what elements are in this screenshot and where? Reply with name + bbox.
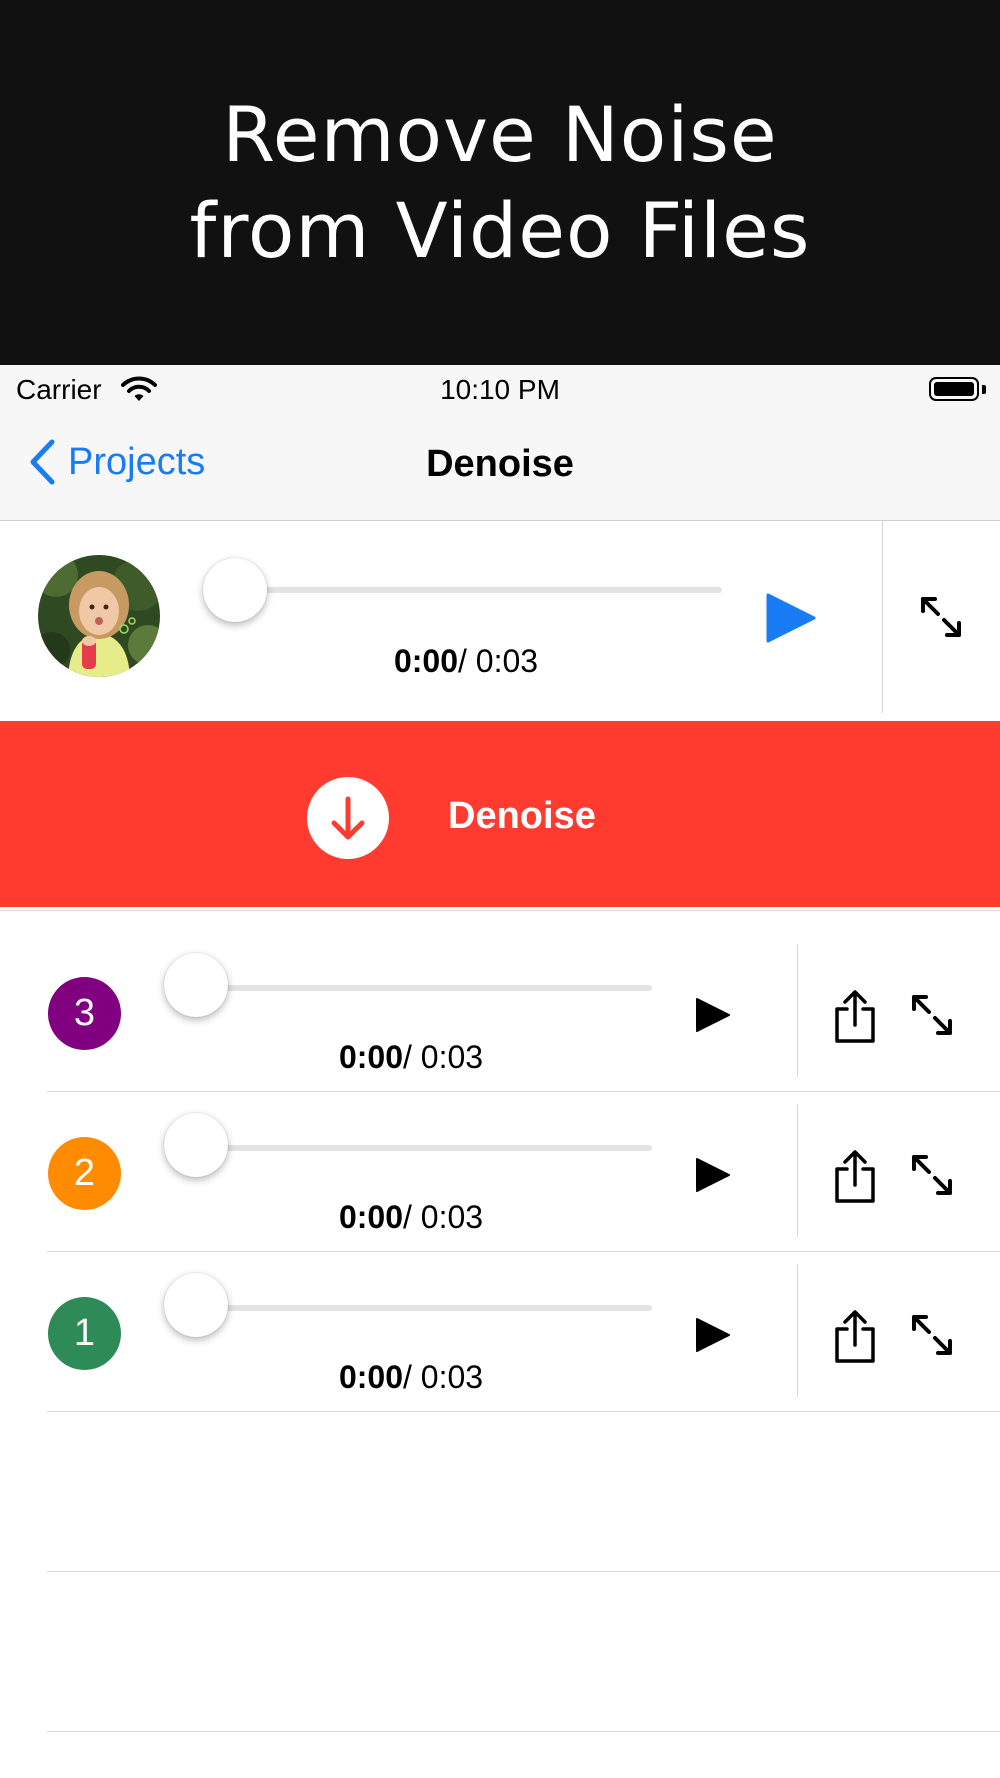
result-seek-knob[interactable] <box>164 1273 228 1337</box>
result-divider <box>797 945 798 1077</box>
source-current-time: 0:00 <box>393 643 458 679</box>
expand-icon[interactable] <box>909 1152 955 1198</box>
section-separator <box>0 910 1000 911</box>
expand-icon[interactable] <box>909 992 955 1038</box>
result-seek-track[interactable] <box>195 1305 652 1311</box>
source-seek-knob[interactable] <box>203 558 267 622</box>
share-icon[interactable] <box>831 989 879 1045</box>
play-icon[interactable] <box>764 591 818 645</box>
expand-icon[interactable] <box>918 594 964 640</box>
result-divider <box>797 1265 798 1397</box>
result-time: 0:00/ 0:03 <box>211 1199 611 1236</box>
arrow-down-icon <box>307 777 389 859</box>
navigation-bar: Projects Denoise <box>0 415 1000 521</box>
result-time: 0:00/ 0:03 <box>211 1359 611 1396</box>
result-duration: / 0:03 <box>402 1199 484 1235</box>
result-row-3: 3 0:00/ 0:03 <box>0 945 1000 1105</box>
row-separator <box>47 1731 1000 1732</box>
result-row-1: 1 0:00/ 0:03 <box>0 1265 1000 1425</box>
source-time: 0:00/ 0:03 <box>266 643 666 680</box>
row-separator <box>47 1091 1000 1092</box>
battery-icon <box>929 377 979 401</box>
result-seek-knob[interactable] <box>164 953 228 1017</box>
row-separator <box>47 1571 1000 1572</box>
result-number-badge: 1 <box>48 1297 121 1370</box>
result-number-badge: 2 <box>48 1137 121 1210</box>
result-divider <box>797 1105 798 1237</box>
share-icon[interactable] <box>831 1309 879 1365</box>
denoise-button[interactable]: Denoise <box>0 721 1000 907</box>
result-duration: / 0:03 <box>402 1039 484 1075</box>
source-duration: / 0:03 <box>457 643 539 679</box>
status-bar: Carrier 10:10 PM <box>0 365 1000 415</box>
promo-banner: Remove Noise from Video Files <box>0 0 1000 365</box>
result-seek-track[interactable] <box>195 985 652 991</box>
play-icon[interactable] <box>694 1156 732 1194</box>
battery-cap <box>982 385 986 394</box>
result-duration: / 0:03 <box>402 1359 484 1395</box>
banner-title-line-1: Remove Noise <box>222 89 778 179</box>
result-current-time: 0:00 <box>338 1039 403 1075</box>
source-video-row: 0:00/ 0:03 <box>0 521 1000 721</box>
share-icon[interactable] <box>831 1149 879 1205</box>
result-seek-track[interactable] <box>195 1145 652 1151</box>
video-thumbnail[interactable] <box>38 555 160 677</box>
result-row-2: 2 0:00/ 0:03 <box>0 1105 1000 1265</box>
result-current-time: 0:00 <box>338 1199 403 1235</box>
play-icon[interactable] <box>694 1316 732 1354</box>
source-seek-track[interactable] <box>232 587 722 593</box>
result-number-badge: 3 <box>48 977 121 1050</box>
expand-icon[interactable] <box>909 1312 955 1358</box>
status-time: 10:10 PM <box>440 374 560 405</box>
page-title: Denoise <box>426 443 574 485</box>
row-separator <box>47 1251 1000 1252</box>
denoise-button-label: Denoise <box>448 795 596 837</box>
result-seek-knob[interactable] <box>164 1113 228 1177</box>
banner-title-line-2: from Video Files <box>189 185 811 275</box>
row-separator <box>47 1411 1000 1412</box>
source-divider <box>882 521 883 713</box>
play-icon[interactable] <box>694 996 732 1034</box>
result-current-time: 0:00 <box>338 1359 403 1395</box>
result-time: 0:00/ 0:03 <box>211 1039 611 1076</box>
